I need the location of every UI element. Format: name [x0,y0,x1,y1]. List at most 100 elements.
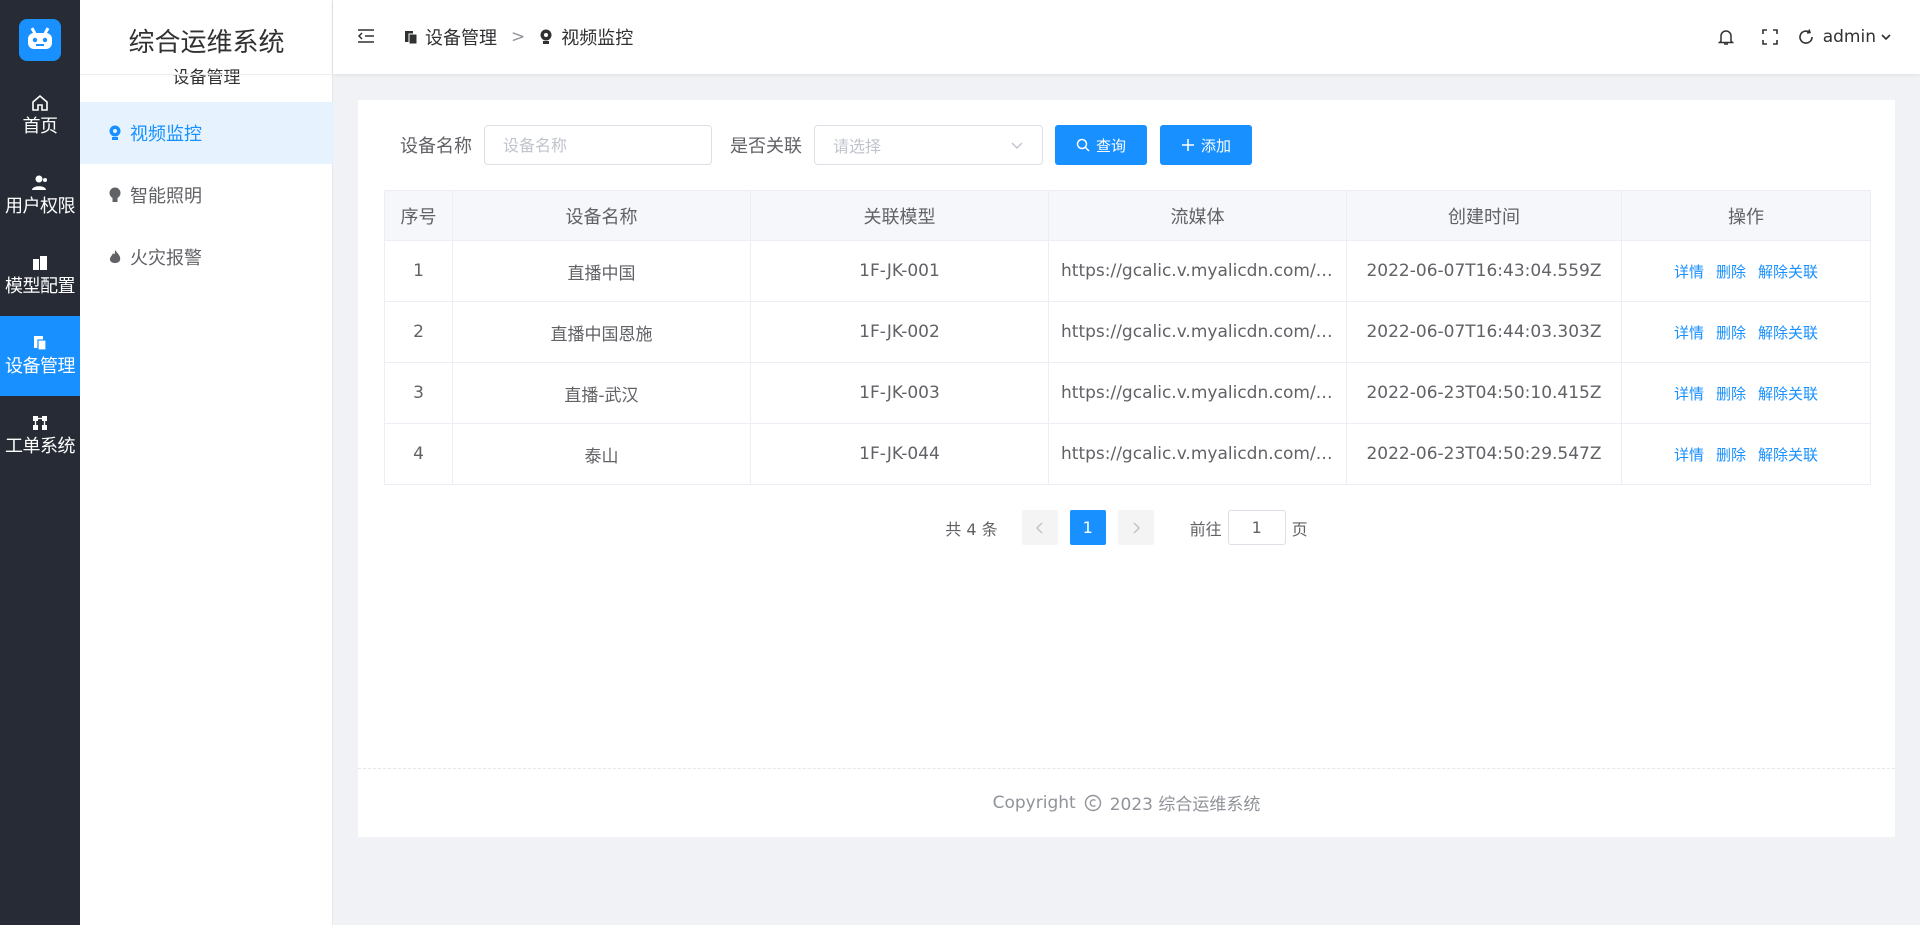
device-icon [31,334,49,352]
cell-stream: https://gcalic.v.myalicdn.com/gc/... [1048,301,1347,363]
plus-icon [1181,138,1195,152]
rail-item-label: 模型配置 [5,276,76,297]
breadcrumb-item-devices[interactable]: 设备管理 [403,24,497,50]
rail-item-users[interactable]: 用户权限 [0,156,80,236]
rail-item-label: 工单系统 [5,436,76,457]
page-jump-input[interactable] [1227,510,1286,545]
bulb-icon [108,187,122,203]
column-header: 设备名称 [452,190,751,241]
unlink-link[interactable]: 解除关联 [1758,446,1818,464]
collapse-menu-icon[interactable] [357,28,375,44]
next-page-button[interactable] [1117,510,1154,545]
section-title: 设备管理 [172,68,241,88]
column-header: 流媒体 [1048,190,1347,241]
search-icon [1076,138,1090,152]
cell-created: 2022-06-07T16:43:04.559Z [1346,240,1622,302]
table-row: 2 直播中国恩施 1F-JK-002 https://gcalic.v.myal… [384,301,1871,363]
header-actions: admin [1691,0,1892,74]
cell-name: 直播-武汉 [452,362,751,424]
sub-sidebar: 综合运维系统 设备管理 视频监控 智能照明 火灾报警 [80,0,333,925]
camera-icon [108,125,122,141]
page-jump: 前往 页 [1190,510,1308,545]
sidebar-item-video[interactable]: 视频监控 [80,102,333,164]
copyright-text: 2023 综合运维系统 [1109,795,1261,815]
footer: Copyright 2023 综合运维系统 [358,790,1895,816]
delete-link[interactable]: 删除 [1716,324,1746,342]
flame-icon [108,249,122,265]
cell-name: 泰山 [452,423,751,485]
rail-item-devices[interactable]: 设备管理 [0,316,80,396]
cell-index: 1 [384,240,453,302]
search-button[interactable]: 查询 [1055,125,1147,165]
cell-index: 4 [384,423,453,485]
unlink-link[interactable]: 解除关联 [1758,263,1818,281]
sidebar-item-label: 火灾报警 [130,248,202,269]
detail-link[interactable]: 详情 [1674,263,1704,281]
add-button[interactable]: 添加 [1160,125,1252,165]
breadcrumb-label: 设备管理 [425,28,497,49]
cell-index: 2 [384,301,453,363]
rail-item-label: 设备管理 [5,356,76,377]
linked-label: 是否关联 [730,136,802,157]
device-icon [403,29,419,45]
app-title: 综合运维系统 [128,28,285,58]
detail-link[interactable]: 详情 [1674,446,1704,464]
bell-icon[interactable] [1717,28,1735,46]
breadcrumb-separator: > [511,27,526,47]
footer-divider [358,768,1895,769]
detail-link[interactable]: 详情 [1674,324,1704,342]
top-header: 设备管理 > 视频监控 admin [333,0,1920,74]
rail-item-label: 用户权限 [5,196,76,217]
main-rail: 首页 用户权限 模型配置 设备管理 工单系统 [0,0,80,925]
cell-name: 直播中国恩施 [452,301,751,363]
app-logo[interactable] [19,19,61,61]
rail-item-home[interactable]: 首页 [0,76,80,156]
cell-actions: 详情 删除 解除关联 [1621,423,1871,485]
table-row: 1 直播中国 1F-JK-001 https://gcalic.v.myalic… [384,240,1871,302]
delete-link[interactable]: 删除 [1716,446,1746,464]
detail-link[interactable]: 详情 [1674,385,1704,403]
cell-stream: https://gcalic.v.myalicdn.com/gc/... [1048,362,1347,424]
pagination: 共 4 条 1 前往 页 [358,510,1895,545]
page-jump-prefix: 前往 [1189,519,1222,539]
chevron-left-icon [1035,521,1043,534]
chevron-down-icon [1011,142,1023,149]
breadcrumb-item-video: 视频监控 [539,24,633,50]
rail-item-workorder[interactable]: 工单系统 [0,396,80,476]
sidebar-item-fire[interactable]: 火灾报警 [80,226,333,288]
breadcrumb: 设备管理 > 视频监控 [403,0,633,74]
delete-link[interactable]: 删除 [1716,385,1746,403]
user-menu[interactable]: admin [1797,27,1892,47]
rail-item-model[interactable]: 模型配置 [0,236,80,316]
unlink-link[interactable]: 解除关联 [1758,324,1818,342]
device-table: 序号 设备名称 关联模型 流媒体 创建时间 操作 1 直播中国 1F-JK-00… [384,190,1871,485]
cell-created: 2022-06-07T16:44:03.303Z [1346,301,1622,363]
username: admin [1822,27,1876,47]
device-name-input[interactable] [484,125,712,165]
column-header: 操作 [1621,190,1871,241]
add-button-label: 添加 [1200,136,1231,155]
cell-index: 3 [384,362,453,424]
filter-bar: 设备名称 是否关联 请选择 查询 添加 [400,125,1252,165]
cell-name: 直播中国 [452,240,751,302]
cell-actions: 详情 删除 解除关联 [1621,240,1871,302]
device-name-label: 设备名称 [400,136,472,157]
rail-item-label: 首页 [22,116,59,137]
refresh-icon [1798,29,1813,44]
linked-select[interactable]: 请选择 [814,125,1043,165]
fullscreen-icon[interactable] [1761,28,1779,46]
workflow-icon [31,414,49,432]
search-button-label: 查询 [1095,136,1126,155]
home-icon [31,94,49,112]
sidebar-item-label: 视频监控 [130,124,202,145]
sidebar-item-lighting[interactable]: 智能照明 [80,164,333,226]
building-icon [31,254,49,272]
prev-page-button[interactable] [1021,510,1058,545]
delete-link[interactable]: 删除 [1716,263,1746,281]
column-header: 序号 [384,190,453,241]
robot-logo-icon [28,27,52,49]
unlink-link[interactable]: 解除关联 [1758,385,1818,403]
page-number-current[interactable]: 1 [1069,510,1106,545]
chevron-right-icon [1133,521,1140,534]
cell-actions: 详情 删除 解除关联 [1621,362,1871,424]
